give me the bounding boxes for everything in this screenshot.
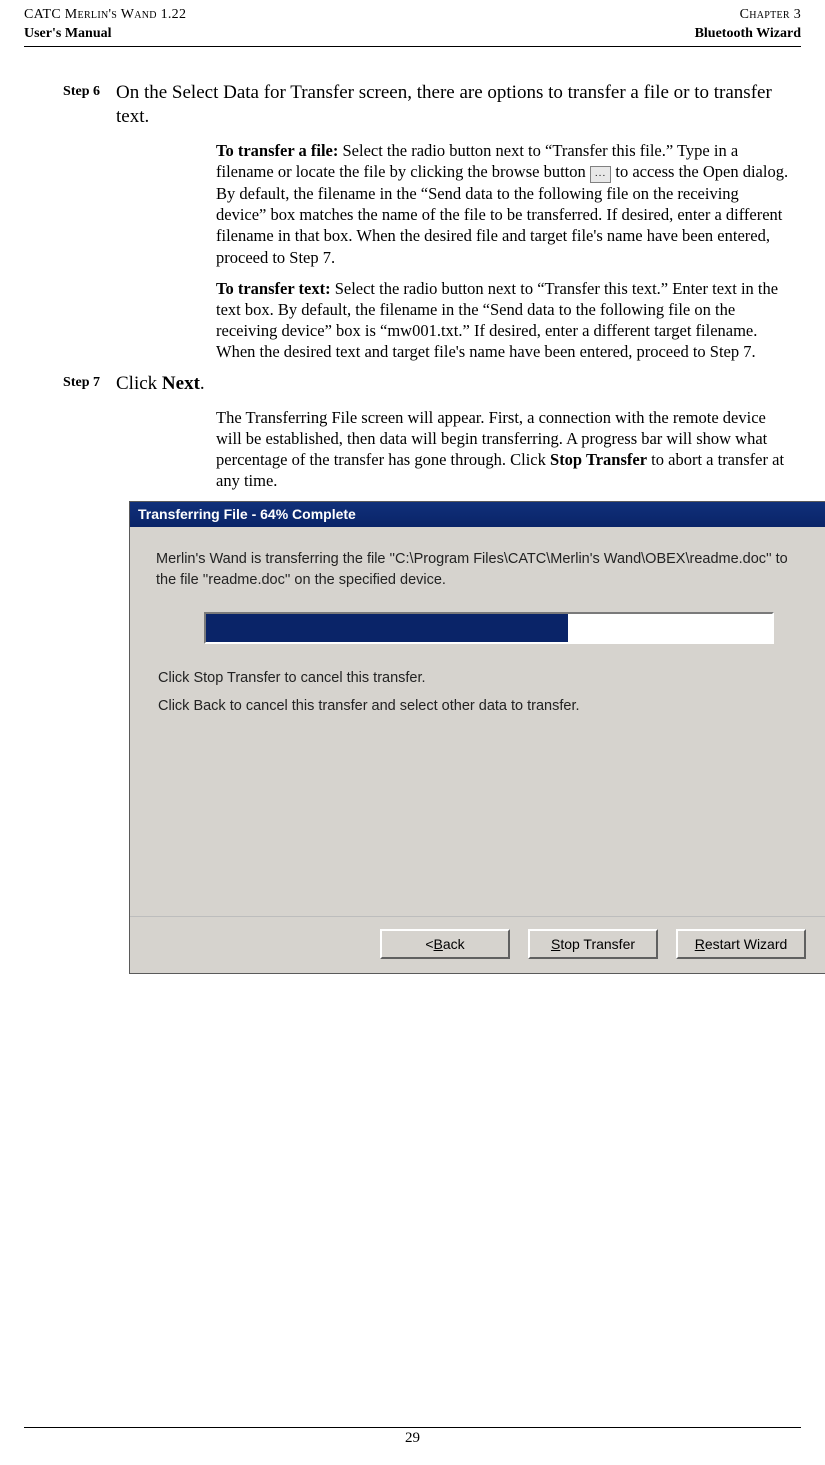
step-7-label: Step 7	[24, 372, 116, 397]
dialog-hint-stop: Click Stop Transfer to cancel this trans…	[158, 670, 798, 686]
step-7-intro-a: Click	[116, 373, 162, 394]
transfer-file-lead: To transfer a file:	[216, 141, 338, 160]
progress-bar	[204, 612, 774, 644]
page-header: CATC Merlin's Wand 1.22 User's Manual Ch…	[24, 6, 801, 47]
step-7-intro-c: .	[200, 373, 205, 394]
step-7-intro-next: Next	[162, 373, 200, 394]
header-product: CATC Merlin's Wand 1.22	[24, 6, 186, 25]
stop-transfer-button[interactable]: Stop Transfer	[528, 929, 658, 959]
page-number: 29	[24, 1427, 801, 1447]
header-chapter: Chapter 3	[695, 6, 801, 25]
transfer-text-lead: To transfer text:	[216, 279, 331, 298]
restart-wizard-button[interactable]: Restart Wizard	[676, 929, 806, 959]
step-7-body: The Transferring File screen will appear…	[216, 407, 791, 491]
dialog-description: Merlin's Wand is transferring the file '…	[156, 549, 800, 590]
transfer-text-paragraph: To transfer text: Select the radio butto…	[216, 278, 791, 362]
step-6-intro: On the Select Data for Transfer screen, …	[116, 81, 801, 130]
header-section: Bluetooth Wizard	[695, 25, 801, 44]
header-manual: User's Manual	[24, 25, 186, 44]
dialog-footer: < Back Stop Transfer Restart Wizard	[130, 916, 825, 973]
transfer-file-paragraph: To transfer a file: Select the radio but…	[216, 140, 791, 268]
transferring-file-dialog: Transferring File - 64% Complete Merlin'…	[129, 501, 825, 974]
back-button[interactable]: < Back	[380, 929, 510, 959]
dialog-hint-back: Click Back to cancel this transfer and s…	[158, 698, 798, 714]
browse-button-icon: ...	[590, 166, 611, 183]
step-7-body-stop: Stop Transfer	[550, 450, 647, 469]
step-6-label: Step 6	[24, 81, 116, 130]
dialog-titlebar: Transferring File - 64% Complete	[130, 502, 825, 527]
progress-bar-fill	[206, 614, 568, 642]
step-7-intro: Click Next.	[116, 372, 801, 397]
